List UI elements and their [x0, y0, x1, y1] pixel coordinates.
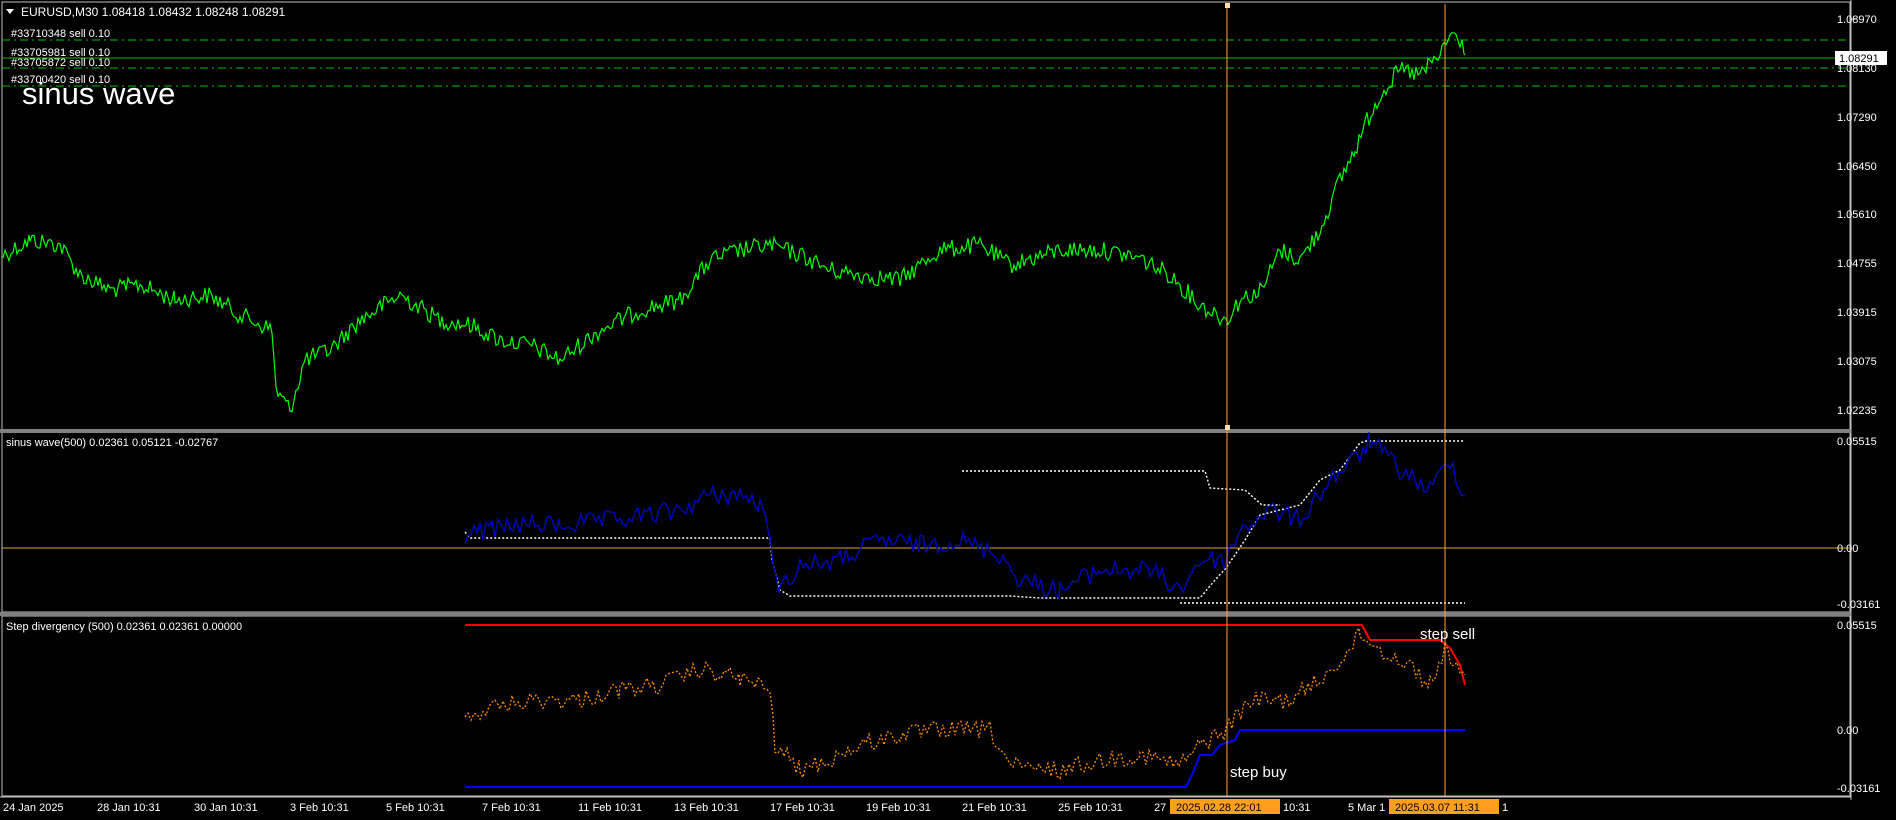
time-tick: 11 Feb 10:31 — [578, 802, 642, 814]
step-buy-label: step buy — [1230, 764, 1287, 781]
time-tick: 27 — [1154, 802, 1166, 814]
cursor-handle[interactable] — [1225, 3, 1230, 8]
time-tick: 30 Jan 10:31 — [194, 802, 258, 814]
sub1-scale-bottom: -0.03161 — [1837, 599, 1880, 611]
time-tick: 10:31 — [1283, 802, 1311, 814]
time-tick: 5 Feb 10:31 — [386, 802, 445, 814]
price-tick: 1.04755 — [1837, 258, 1877, 270]
trading-chart[interactable]: EURUSD,M30 1.08418 1.08432 1.08248 1.082… — [0, 0, 1896, 820]
time-tick: 1 — [1502, 802, 1508, 814]
time-tick: 19 Feb 10:31 — [866, 802, 931, 814]
chart-title: sinus wave — [22, 76, 175, 111]
current-price-label: 1.08291 — [1839, 53, 1879, 65]
step-sell-series — [465, 624, 1466, 686]
sinus-series — [464, 432, 1466, 601]
pane-separator[interactable] — [0, 612, 1851, 616]
order-label[interactable]: #33705872 sell 0.10 — [11, 57, 110, 69]
price-tick: 1.08970 — [1837, 14, 1877, 26]
price-series — [2, 32, 1466, 413]
time-tick: 13 Feb 10:31 — [674, 802, 739, 814]
sinus-indicator-title: sinus wave(500) 0.02361 0.05121 -0.02767 — [6, 437, 218, 449]
sub2-scale-zero: 0.00 — [1837, 725, 1858, 737]
step-sell-label: step sell — [1420, 626, 1475, 643]
step-buy-series — [465, 729, 1465, 788]
cursor-handle[interactable] — [1225, 425, 1230, 430]
order-label[interactable]: #33710348 sell 0.10 — [11, 28, 110, 40]
time-tick: 7 Feb 10:31 — [482, 802, 541, 814]
step-divergency-series — [464, 626, 1466, 780]
pane-separator[interactable] — [0, 429, 1851, 433]
sub-pane1-frame — [1, 431, 1851, 613]
sub1-scale-zero: 0.00 — [1837, 543, 1858, 555]
step-indicator-title: Step divergency (500) 0.02361 0.02361 0.… — [6, 621, 242, 633]
time-tick: 3 Feb 10:31 — [290, 802, 349, 814]
sub2-scale-bottom: -0.03161 — [1837, 783, 1880, 795]
main-pane-frame — [1, 1, 1851, 431]
sub1-scale-top: 0.05515 — [1837, 436, 1877, 448]
sinus-upper-series — [962, 470, 1280, 506]
symbol-header: EURUSD,M30 1.08418 1.08432 1.08248 1.082… — [21, 5, 286, 19]
price-tick: 1.06450 — [1837, 161, 1877, 173]
sub2-scale-top: 0.05515 — [1837, 620, 1877, 632]
time-marker-1: 2025.02.28 22:01 — [1176, 802, 1262, 814]
time-tick: 24 Jan 2025 — [3, 802, 64, 814]
price-tick: 1.03915 — [1837, 307, 1877, 319]
collapse-triangle-icon[interactable] — [6, 9, 14, 14]
time-tick: 28 Jan 10:31 — [97, 802, 161, 814]
price-tick: 1.03075 — [1837, 356, 1877, 368]
time-marker-2: 2025.03.07 11:31 — [1395, 802, 1480, 814]
price-tick: 1.05610 — [1837, 209, 1877, 221]
sinus-envelope-series — [464, 440, 1465, 599]
time-tick: 5 Mar 1 — [1348, 802, 1385, 814]
time-tick: 17 Feb 10:31 — [770, 802, 835, 814]
sub-pane2-frame — [1, 615, 1851, 797]
price-tick: 1.07290 — [1837, 112, 1877, 124]
time-tick: 25 Feb 10:31 — [1058, 802, 1123, 814]
price-tick: 1.02235 — [1837, 405, 1877, 417]
time-tick: 21 Feb 10:31 — [962, 802, 1027, 814]
